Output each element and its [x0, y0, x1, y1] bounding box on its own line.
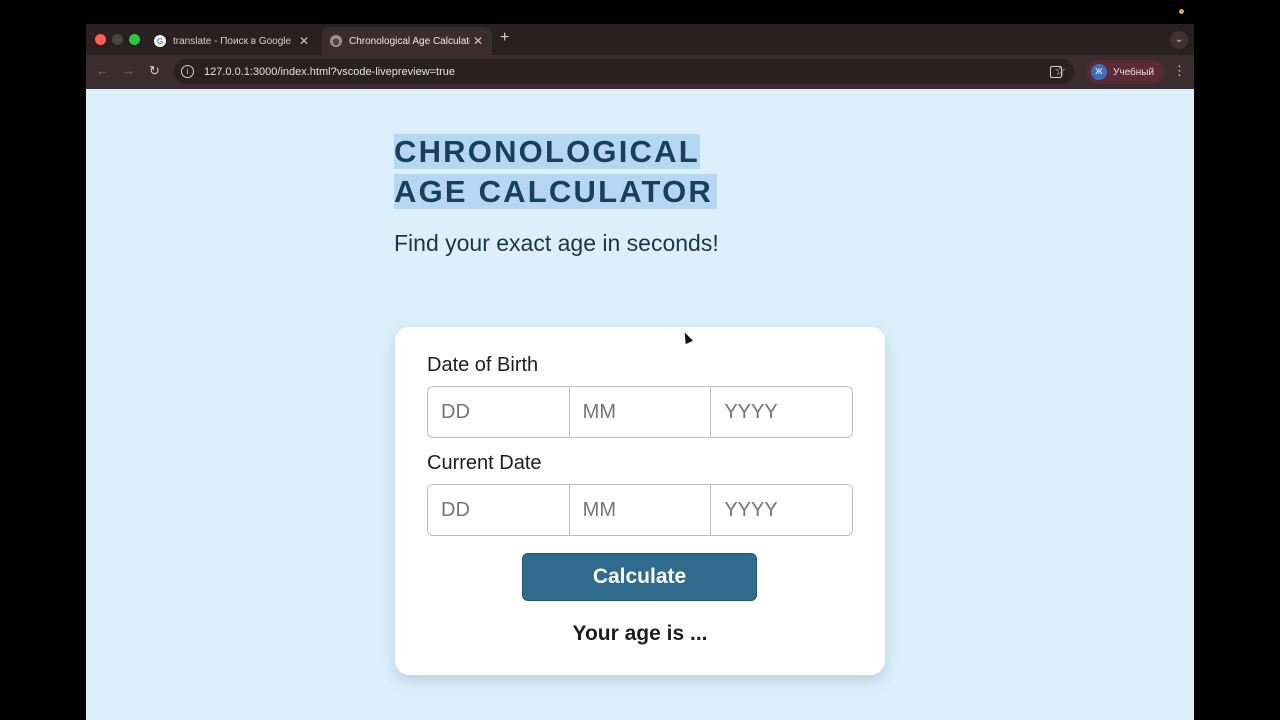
dob-year-input[interactable]	[711, 387, 852, 437]
dob-input-group	[427, 386, 853, 438]
browser-window: G translate - Поиск в Google ✕ ◍ Chronol…	[86, 24, 1194, 720]
browser-toolbar: ← → ↻ i 127.0.0.1:3000/index.html?vscode…	[86, 55, 1194, 89]
notification-dot	[1179, 9, 1184, 14]
close-icon[interactable]: ✕	[470, 34, 486, 48]
profile-name: Учебный	[1113, 66, 1155, 78]
calculate-button[interactable]: Calculate	[522, 553, 757, 601]
dob-label: Date of Birth	[427, 354, 539, 376]
current-day-input[interactable]	[428, 485, 570, 535]
page-subtitle: Find your exact age in seconds!	[394, 230, 719, 256]
google-icon: G	[154, 35, 166, 47]
tab-title: translate - Поиск в Google	[173, 35, 292, 47]
tab-title: Chronological Age Calculator	[349, 35, 470, 47]
new-tab-button[interactable]: +	[500, 29, 509, 47]
url-text[interactable]: 127.0.0.1:3000/index.html?vscode-livepre…	[204, 66, 455, 78]
current-month-input[interactable]	[569, 485, 712, 535]
result-text: Your age is ...	[572, 622, 708, 645]
dob-month-input[interactable]	[569, 387, 712, 437]
page-title: CHRONOLOGICAL AGE CALCULATOR	[394, 132, 734, 212]
tab-google-translate[interactable]: G translate - Поиск в Google ✕	[146, 27, 318, 55]
dob-day-input[interactable]	[428, 387, 570, 437]
reload-icon[interactable]: ↻	[149, 63, 160, 79]
profile-button[interactable]: Ж Учебный	[1087, 60, 1165, 84]
close-icon[interactable]: ✕	[296, 34, 312, 48]
window-minimize-button[interactable]	[112, 34, 123, 45]
current-date-input-group	[427, 484, 853, 536]
calculator-card: Date of Birth Current Date Calculate You…	[395, 327, 885, 675]
extensions-puzzle-icon[interactable]	[1050, 66, 1062, 78]
tab-bar: G translate - Поиск в Google ✕ ◍ Chronol…	[86, 24, 1194, 55]
current-year-input[interactable]	[711, 485, 852, 535]
page-title-text: CHRONOLOGICAL AGE CALCULATOR	[394, 134, 717, 209]
page-viewport: CHRONOLOGICAL AGE CALCULATOR Find your e…	[86, 89, 1194, 720]
site-info-icon[interactable]: i	[181, 65, 194, 78]
tab-search-chevron-icon[interactable]: ⌄	[1170, 31, 1188, 49]
forward-arrow-icon[interactable]: →	[122, 63, 135, 78]
address-bar[interactable]: i 127.0.0.1:3000/index.html?vscode-livep…	[174, 59, 1074, 84]
menu-dots-icon[interactable]: ⋮	[1173, 63, 1186, 79]
current-date-label: Current Date	[427, 452, 542, 474]
tab-age-calculator[interactable]: ◍ Chronological Age Calculator ✕	[322, 27, 492, 55]
back-arrow-icon[interactable]: ←	[96, 63, 109, 78]
profile-avatar: Ж	[1091, 64, 1107, 80]
globe-icon: ◍	[330, 35, 342, 47]
window-maximize-button[interactable]	[129, 34, 140, 45]
window-close-button[interactable]	[95, 34, 106, 45]
